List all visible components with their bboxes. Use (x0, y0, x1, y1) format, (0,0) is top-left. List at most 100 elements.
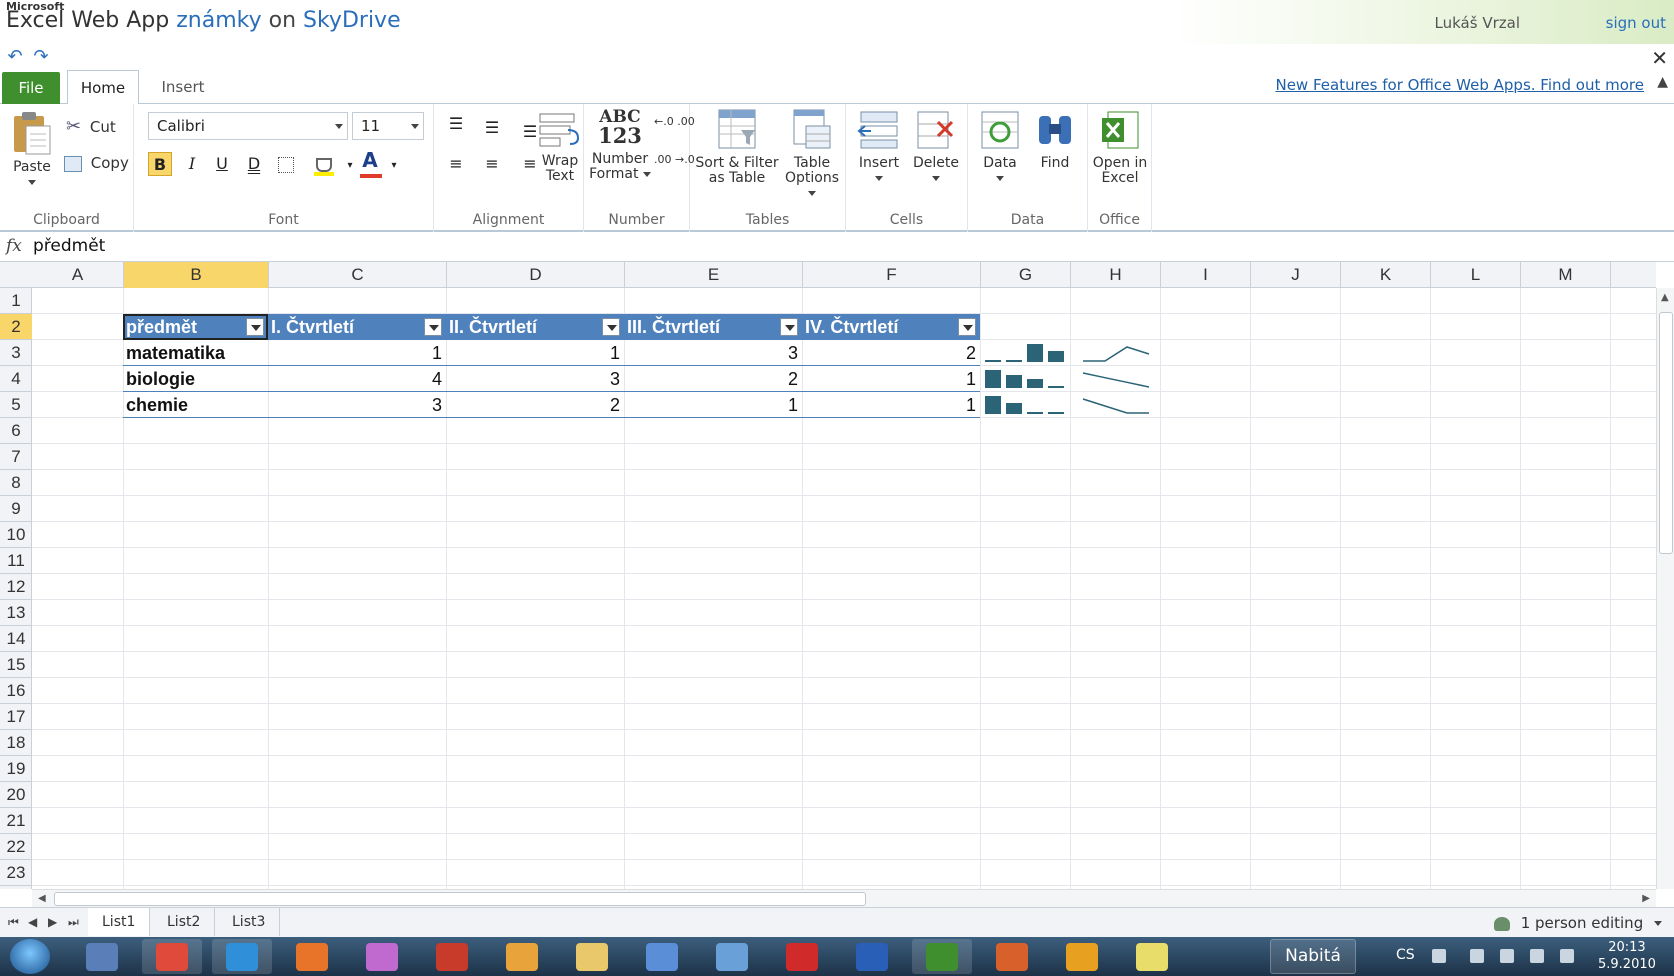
filter-dropdown-icon[interactable] (780, 318, 798, 336)
taskbar-sticky-notes-button[interactable] (1122, 939, 1182, 974)
next-sheet-icon[interactable]: ▶ (48, 915, 57, 929)
filter-dropdown-icon[interactable] (424, 318, 442, 336)
column-header-g[interactable]: G (981, 262, 1071, 288)
row-header-8[interactable]: 8 (0, 470, 32, 496)
horizontal-scroll-thumb[interactable] (54, 892, 866, 906)
row-header-23[interactable]: 23 (0, 860, 32, 886)
skydrive-link[interactable]: SkyDrive (303, 8, 401, 33)
row-header-19[interactable]: 19 (0, 756, 32, 782)
row-header-11[interactable]: 11 (0, 548, 32, 574)
previous-sheet-icon[interactable]: ◀ (28, 915, 37, 929)
decrease-decimal-button[interactable]: .00 →.0 (654, 154, 695, 165)
data-button[interactable]: Data (974, 108, 1026, 186)
tab-home[interactable]: Home (67, 70, 139, 105)
table-options-button[interactable]: Table Options (782, 108, 842, 201)
table-cell-value[interactable]: 1 (268, 340, 446, 366)
taskbar-internet-explorer-button[interactable] (212, 939, 272, 974)
paste-button[interactable]: Paste (6, 110, 58, 190)
align-left-icon[interactable]: ≡ (444, 152, 468, 176)
column-header-i[interactable]: I (1161, 262, 1251, 288)
table-cell-value[interactable]: 3 (268, 392, 446, 418)
start-button[interactable] (10, 939, 50, 974)
sheet-tab-list1[interactable]: List1 (88, 908, 151, 936)
sort-filter-as-table-button[interactable]: Sort & Filter as Table (694, 108, 780, 186)
column-header-k[interactable]: K (1341, 262, 1431, 288)
font-size-select[interactable]: 11 (352, 112, 424, 140)
sheet-tab-list2[interactable]: List2 (153, 908, 216, 936)
row-header-6[interactable]: 6 (0, 418, 32, 444)
column-header-d[interactable]: D (447, 262, 625, 288)
battery-icon[interactable] (1500, 949, 1514, 963)
bold-button[interactable]: B (148, 152, 172, 176)
language-indicator[interactable]: CS (1396, 947, 1415, 963)
taskbar-outlook-calendar-button[interactable] (72, 939, 132, 974)
tab-file[interactable]: File (2, 72, 60, 104)
taskbar-powerpoint-button[interactable] (982, 939, 1042, 974)
table-cell-value[interactable]: 2 (624, 366, 802, 392)
delete-cells-button[interactable]: Delete (908, 108, 964, 186)
table-cell-value[interactable]: 2 (802, 340, 980, 366)
row-header-3[interactable]: 3 (0, 340, 32, 366)
taskbar-opera-button[interactable] (772, 939, 832, 974)
new-features-link[interactable]: New Features for Office Web Apps. Find o… (1275, 76, 1644, 94)
collapse-ribbon-icon[interactable]: ▲ (1657, 74, 1668, 90)
align-top-icon[interactable]: ☰ (444, 112, 468, 136)
taskbar-explorer-folder-button[interactable] (562, 939, 622, 974)
cut-button[interactable]: ✂ Cut (66, 116, 116, 137)
row-header-15[interactable]: 15 (0, 652, 32, 678)
redo-icon[interactable]: ↷ (30, 46, 52, 68)
volume-icon[interactable] (1560, 949, 1574, 963)
row-header-7[interactable]: 7 (0, 444, 32, 470)
taskbar-app-button[interactable] (702, 939, 762, 974)
increase-decimal-button[interactable]: ←.0 .00 (654, 116, 695, 127)
first-sheet-icon[interactable]: ⏮ (8, 915, 19, 930)
show-hidden-icons-icon[interactable] (1432, 949, 1446, 963)
borders-button[interactable] (274, 152, 298, 176)
document-name-link[interactable]: známky (176, 8, 261, 33)
column-header-f[interactable]: F (803, 262, 981, 288)
row-header-9[interactable]: 9 (0, 496, 32, 522)
sign-out-link[interactable]: sign out (1606, 14, 1666, 32)
row-header-14[interactable]: 14 (0, 626, 32, 652)
row-header-13[interactable]: 13 (0, 600, 32, 626)
column-header-a[interactable]: A (32, 262, 124, 288)
sheet-tab-list3[interactable]: List3 (218, 908, 281, 936)
row-header-1[interactable]: 1 (0, 288, 32, 314)
close-icon[interactable]: ✕ (1651, 46, 1668, 70)
find-button[interactable]: Find (1028, 108, 1082, 171)
column-header-j[interactable]: J (1251, 262, 1341, 288)
vertical-scroll-thumb[interactable] (1659, 312, 1673, 554)
font-color-button[interactable]: A (358, 148, 382, 172)
table-cell-value[interactable]: 4 (268, 366, 446, 392)
battery-status-button[interactable]: Nabitá (1270, 939, 1356, 974)
table-cell-value[interactable]: 1 (802, 366, 980, 392)
row-header-5[interactable]: 5 (0, 392, 32, 418)
spreadsheet-grid[interactable]: ABCDEFGHIJKLM 1 2 3 4 5 6 7 8 9 10 11 12 13 14 15 16 17 1… (0, 262, 1656, 889)
table-cell-value[interactable]: 1 (446, 340, 624, 366)
action-center-icon[interactable] (1470, 949, 1484, 963)
table-header-cell[interactable]: III. Čtvrtletí (624, 314, 802, 340)
row-header-20[interactable]: 20 (0, 782, 32, 808)
copy-button[interactable]: Copy (64, 154, 129, 172)
column-header-h[interactable]: H (1071, 262, 1161, 288)
double-underline-button[interactable]: D (242, 152, 266, 176)
editing-status[interactable]: 1 person editing (1493, 914, 1662, 932)
taskbar-chrome-button[interactable] (142, 939, 202, 974)
taskbar-firefox-button[interactable] (282, 939, 342, 974)
formula-input[interactable]: předmět (33, 236, 105, 256)
table-cell-name[interactable]: matematika (123, 340, 268, 366)
scroll-right-icon[interactable]: ▶ (1642, 893, 1650, 904)
table-header-cell[interactable]: I. Čtvrtletí (268, 314, 446, 340)
table-cell-value[interactable]: 3 (624, 340, 802, 366)
font-family-select[interactable]: Calibri (148, 112, 348, 140)
taskbar-outlook-button[interactable] (1052, 939, 1112, 974)
row-header-16[interactable]: 16 (0, 678, 32, 704)
wrap-text-button[interactable]: Wrap Text (536, 110, 584, 184)
table-cell-value[interactable]: 1 (624, 392, 802, 418)
clock[interactable]: 20:13 5.9.2010 (1598, 939, 1656, 973)
column-header-b[interactable]: B (124, 262, 269, 288)
taskbar-picasa-button[interactable] (352, 939, 412, 974)
row-header-2[interactable]: 2 (0, 314, 32, 340)
undo-icon[interactable]: ↶ (4, 46, 26, 68)
taskbar-game-button[interactable] (422, 939, 482, 974)
